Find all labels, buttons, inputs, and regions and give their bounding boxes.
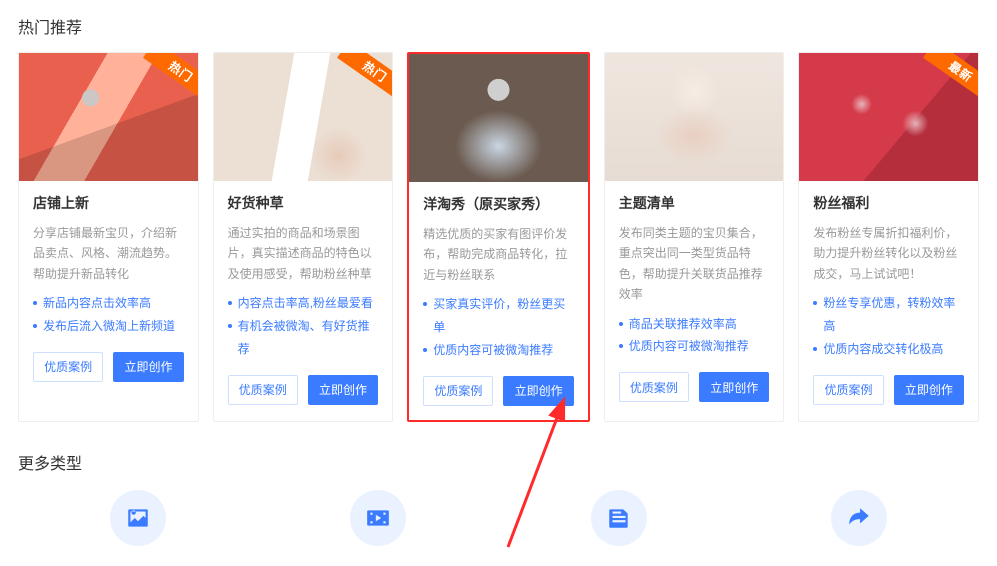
more-type-article[interactable] xyxy=(591,490,647,546)
create-button[interactable]: 立即创作 xyxy=(113,352,183,382)
bullet: 粉丝专享优惠，转粉效率高 xyxy=(813,292,964,338)
more-type-share[interactable] xyxy=(831,490,887,546)
example-button[interactable]: 优质案例 xyxy=(423,376,493,406)
bullet: 内容点击率高,粉丝最爱看 xyxy=(228,292,379,315)
example-button[interactable]: 优质案例 xyxy=(813,375,883,405)
card-title: 粉丝福利 xyxy=(813,193,964,213)
card-desc: 分享店铺最新宝贝，介绍新品卖点、风格、潮流趋势。帮助提升新品转化 xyxy=(33,223,184,284)
card-good-stuff: 热门 好货种草 通过实拍的商品和场景图片，真实描述商品的特色以及使用感受，帮助粉… xyxy=(213,52,394,422)
card-fans-welfare: 最新 粉丝福利 发布粉丝专属折扣福利价，助力提升粉丝转化以及粉丝成交，马上试试吧… xyxy=(798,52,979,422)
create-button[interactable]: 立即创作 xyxy=(699,372,769,402)
card-title: 好货种草 xyxy=(228,193,379,213)
more-type-video[interactable] xyxy=(350,490,406,546)
section-more-title: 更多类型 xyxy=(18,450,979,474)
card-thumb: 热门 xyxy=(214,53,393,181)
card-title: 店铺上新 xyxy=(33,193,184,213)
card-title: 主题清单 xyxy=(619,193,770,213)
bullet: 商品关联推荐效率高 xyxy=(619,313,770,336)
card-thumb xyxy=(409,54,588,182)
card-store-new: 热门 店铺上新 分享店铺最新宝贝，介绍新品卖点、风格、潮流趋势。帮助提升新品转化… xyxy=(18,52,199,422)
card-title: 洋淘秀（原买家秀） xyxy=(423,194,574,214)
example-button[interactable]: 优质案例 xyxy=(228,375,298,405)
hot-cards-row: 热门 店铺上新 分享店铺最新宝贝，介绍新品卖点、风格、潮流趋势。帮助提升新品转化… xyxy=(18,52,979,422)
card-bullets: 买家真实评价，粉丝更买单 优质内容可被微淘推荐 xyxy=(423,293,574,361)
card-thumb: 最新 xyxy=(799,53,978,181)
card-theme-list: 主题清单 发布同类主题的宝贝集合，重点突出同一类型货品特色，帮助提升关联货品推荐… xyxy=(604,52,785,422)
card-bullets: 商品关联推荐效率高 优质内容可被微淘推荐 xyxy=(619,313,770,359)
card-desc: 发布粉丝专属折扣福利价，助力提升粉丝转化以及粉丝成交，马上试试吧！ xyxy=(813,223,964,284)
bullet: 优质内容成交转化极高 xyxy=(813,338,964,361)
example-button[interactable]: 优质案例 xyxy=(619,372,689,402)
video-icon xyxy=(365,505,391,531)
create-button[interactable]: 立即创作 xyxy=(894,375,964,405)
bullet: 新品内容点击效率高 xyxy=(33,292,184,315)
bullet: 买家真实评价，粉丝更买单 xyxy=(423,293,574,339)
card-desc: 发布同类主题的宝贝集合，重点突出同一类型货品特色，帮助提升关联货品推荐效率 xyxy=(619,223,770,305)
section-hot-title: 热门推荐 xyxy=(18,14,979,38)
card-bullets: 粉丝专享优惠，转粉效率高 优质内容成交转化极高 xyxy=(813,292,964,360)
more-type-image[interactable] xyxy=(110,490,166,546)
bullet: 优质内容可被微淘推荐 xyxy=(619,335,770,358)
card-bullets: 内容点击率高,粉丝最爱看 有机会被微淘、有好货推荐 xyxy=(228,292,379,360)
card-thumb: 热门 xyxy=(19,53,198,181)
example-button[interactable]: 优质案例 xyxy=(33,352,103,382)
bullet: 发布后流入微淘上新频道 xyxy=(33,315,184,338)
card-desc: 精选优质的买家有图评价发布，帮助完成商品转化，拉近与粉丝联系 xyxy=(423,224,574,285)
card-thumb xyxy=(605,53,784,181)
bullet: 有机会被微淘、有好货推荐 xyxy=(228,315,379,361)
article-icon xyxy=(606,505,632,531)
card-yangtao-show: 洋淘秀（原买家秀） 精选优质的买家有图评价发布，帮助完成商品转化，拉近与粉丝联系… xyxy=(407,52,590,422)
image-icon xyxy=(125,505,151,531)
create-button[interactable]: 立即创作 xyxy=(308,375,378,405)
create-button[interactable]: 立即创作 xyxy=(503,376,573,406)
card-desc: 通过实拍的商品和场景图片，真实描述商品的特色以及使用感受，帮助粉丝种草 xyxy=(228,223,379,284)
bullet: 优质内容可被微淘推荐 xyxy=(423,339,574,362)
card-bullets: 新品内容点击效率高 发布后流入微淘上新频道 xyxy=(33,292,184,338)
share-icon xyxy=(846,505,872,531)
more-types-row xyxy=(18,490,979,546)
